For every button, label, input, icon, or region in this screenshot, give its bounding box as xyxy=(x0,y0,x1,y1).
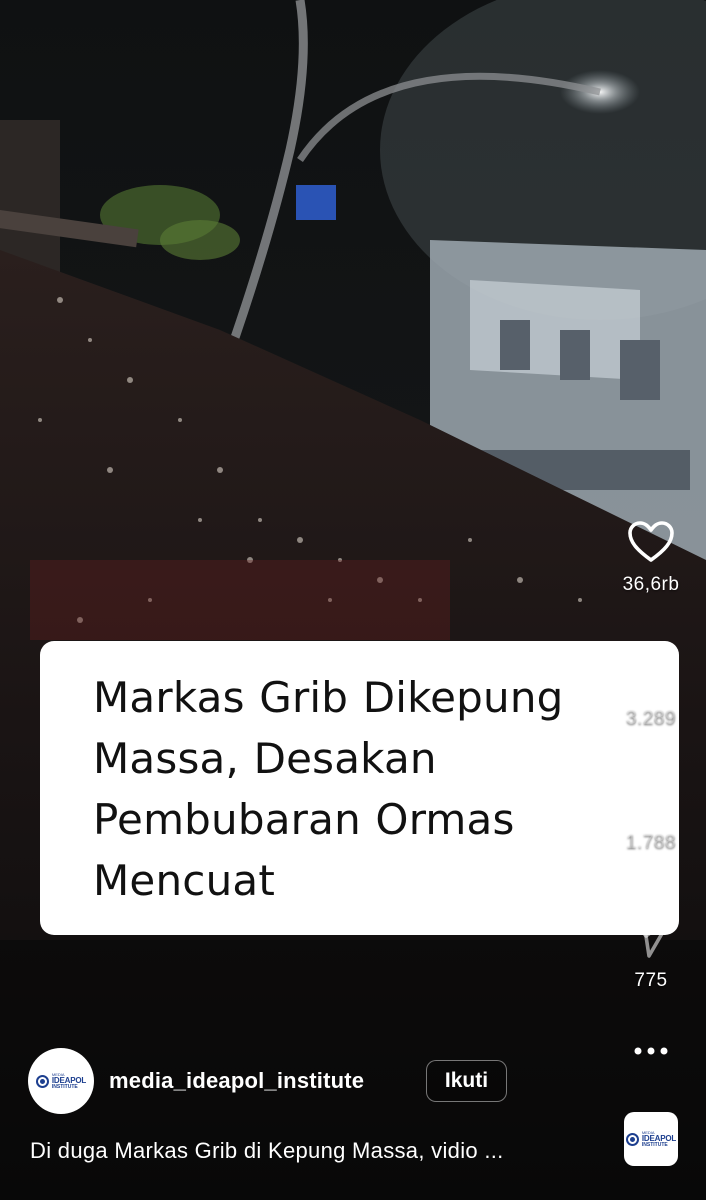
video-player[interactable] xyxy=(0,0,706,1200)
audio-thumbnail[interactable]: MEDIA IDEAPOL INSTITUTE xyxy=(624,1112,678,1166)
caption-line: Massa, Desakan xyxy=(93,734,437,783)
repost-icon xyxy=(633,774,669,820)
comment-icon xyxy=(629,652,673,696)
author-username[interactable]: media_ideapol_institute xyxy=(109,1068,364,1094)
repost-count: 1.788 xyxy=(625,832,677,853)
caption-line: Pembubaran Ormas xyxy=(93,795,515,844)
caption-line: Markas Grib Dikepung xyxy=(93,673,564,722)
more-options-button[interactable] xyxy=(625,1046,677,1070)
ideapol-logo: MEDIA IDEAPOL INSTITUTE xyxy=(35,1072,86,1090)
like-count: 36,6rb xyxy=(622,574,680,595)
author-avatar[interactable]: MEDIA IDEAPOL INSTITUTE xyxy=(28,1048,94,1114)
more-icon xyxy=(634,1047,668,1055)
post-description[interactable]: Di duga Markas Grib di Kepung Massa, vid… xyxy=(30,1138,504,1164)
logo-sub-text: INSTITUTE xyxy=(51,1083,78,1090)
video-frame xyxy=(0,0,706,1200)
repost-button[interactable]: 1.788 xyxy=(611,772,691,854)
comment-count: 3.289 xyxy=(625,708,677,729)
heart-icon xyxy=(628,521,674,562)
logo-globe-icon xyxy=(625,1132,639,1146)
like-button[interactable]: 36,6rb xyxy=(611,520,691,596)
share-count: 775 xyxy=(634,970,668,991)
follow-button[interactable]: Ikuti xyxy=(426,1060,507,1102)
comment-button[interactable]: 3.289 xyxy=(611,650,691,730)
logo-sub-text: INSTITUTE xyxy=(641,1141,668,1148)
caption-text: Markas Grib Dikepung Massa, Desakan Pemb… xyxy=(93,667,649,911)
logo-globe-icon xyxy=(35,1074,49,1088)
share-button[interactable]: 775 xyxy=(611,912,691,992)
caption-line: Mencuat xyxy=(93,856,276,905)
ideapol-logo: MEDIA IDEAPOL INSTITUTE xyxy=(625,1130,676,1148)
caption-card: Markas Grib Dikepung Massa, Desakan Pemb… xyxy=(40,641,679,935)
share-icon xyxy=(629,916,673,958)
